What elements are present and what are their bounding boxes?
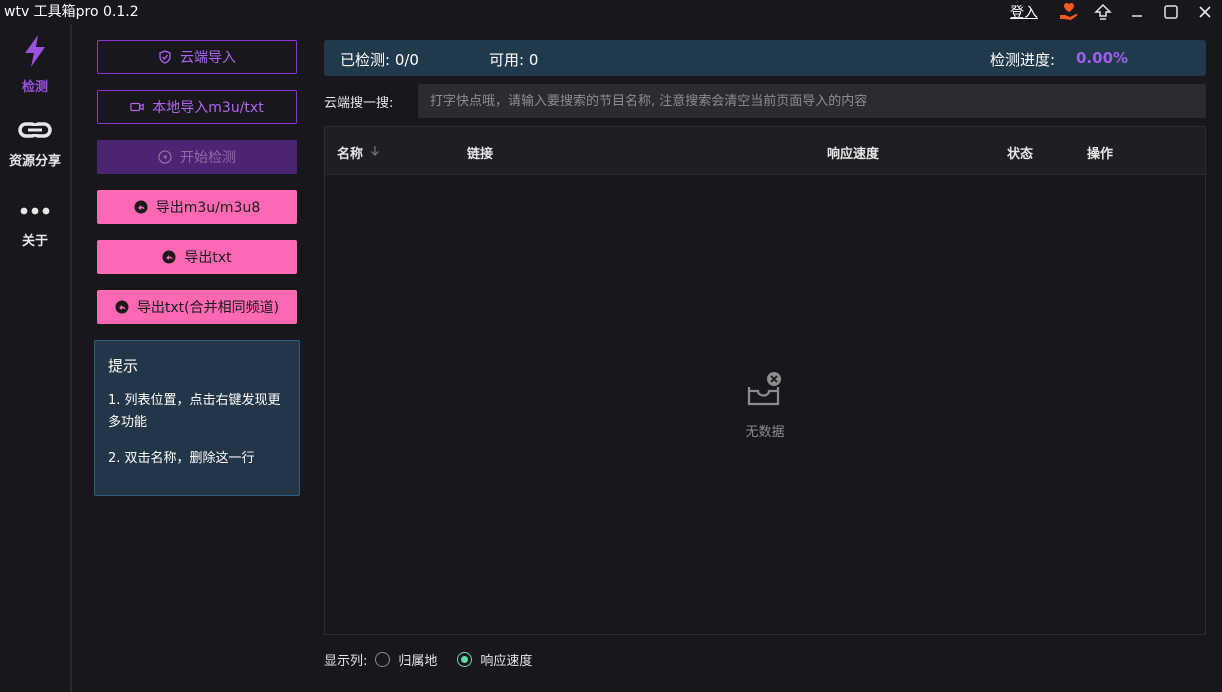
tips-line: 1. 列表位置，点击右键发现更多功能 bbox=[108, 393, 281, 430]
radio-location[interactable] bbox=[375, 651, 391, 667]
export-m3u-label: 导出m3u/m3u8 bbox=[155, 200, 261, 216]
column-header-speed[interactable]: 响应速度 bbox=[827, 143, 879, 162]
donate-hand-icon[interactable] bbox=[1052, 0, 1086, 24]
sidebar-item-about[interactable]: 关于 bbox=[0, 200, 70, 249]
export-txt-button[interactable]: 导出txt bbox=[97, 240, 297, 274]
tips-panel: 提示 1. 列表位置，点击右键发现更多功能 2. 双击名称，删除这一行 bbox=[94, 340, 300, 496]
empty-text: 无数据 bbox=[745, 425, 785, 440]
display-columns-label: 显示列: bbox=[324, 653, 368, 669]
channel-table[interactable]: 名称 链接 响应速度 状态 操作 无数据 bbox=[324, 126, 1206, 635]
bolt-icon bbox=[21, 34, 49, 72]
empty-state: 无数据 bbox=[725, 371, 805, 440]
radio-location-label[interactable]: 归属地 bbox=[398, 650, 437, 669]
column-header-action[interactable]: 操作 bbox=[1087, 143, 1113, 162]
local-import-button[interactable]: 本地导入m3u/txt bbox=[97, 90, 297, 124]
upgrade-arrow-icon[interactable] bbox=[1086, 0, 1120, 24]
sidebar-item-share[interactable]: 资源分享 bbox=[0, 118, 70, 169]
column-header-status[interactable]: 状态 bbox=[1007, 143, 1033, 162]
radio-response-speed-label[interactable]: 响应速度 bbox=[480, 650, 532, 669]
sidebar-item-label: 关于 bbox=[21, 234, 48, 249]
start-check-button[interactable]: 开始检测 bbox=[97, 140, 297, 174]
export-txt-label: 导出txt bbox=[184, 250, 232, 266]
play-circle-icon bbox=[158, 150, 172, 164]
tips-title: 提示 bbox=[108, 357, 139, 375]
export-txt-merge-label: 导出txt(合并相同频道) bbox=[136, 300, 280, 316]
empty-inbox-icon bbox=[746, 371, 784, 413]
title-bar: wtv 工具箱pro 0.1.2 登入 bbox=[0, 0, 1222, 24]
title-bar-controls: 登入 bbox=[1010, 0, 1222, 24]
column-header-name[interactable]: 名称 bbox=[337, 143, 381, 162]
column-header-label: 名称 bbox=[337, 147, 364, 162]
status-bar: 已检测: 0/0 可用: 0 检测进度: 0.00% bbox=[324, 40, 1206, 76]
search-label: 云端搜一搜: bbox=[324, 96, 394, 111]
local-import-label: 本地导入m3u/txt bbox=[152, 100, 264, 116]
export-icon bbox=[162, 250, 176, 264]
cloud-import-button[interactable]: 云端导入 bbox=[97, 40, 297, 74]
link-icon bbox=[18, 118, 52, 146]
video-camera-icon bbox=[130, 100, 144, 114]
sidebar-item-label: 资源分享 bbox=[8, 154, 61, 169]
checked-count: 已检测: 0/0 bbox=[340, 51, 419, 69]
sidebar-item-label: 检测 bbox=[21, 80, 48, 95]
more-dots-icon bbox=[18, 200, 52, 226]
minimize-icon[interactable] bbox=[1120, 0, 1154, 24]
tips-line: 2. 双击名称，删除这一行 bbox=[108, 451, 255, 466]
sidebar-item-check[interactable]: 检测 bbox=[0, 34, 70, 95]
maximize-icon[interactable] bbox=[1154, 0, 1188, 24]
app-title: wtv 工具箱pro 0.1.2 bbox=[4, 4, 139, 20]
login-link[interactable]: 登入 bbox=[1010, 2, 1038, 22]
radio-response-speed[interactable] bbox=[457, 651, 473, 667]
progress-label: 检测进度: bbox=[990, 51, 1056, 69]
display-columns-bar: 显示列: 归属地 响应速度 bbox=[324, 649, 544, 669]
export-icon bbox=[115, 300, 129, 314]
cloud-import-label: 云端导入 bbox=[180, 50, 236, 66]
start-check-label: 开始检测 bbox=[180, 150, 236, 166]
sort-arrow-down-icon[interactable] bbox=[369, 145, 381, 161]
cloud-search-input[interactable] bbox=[418, 84, 1206, 118]
column-header-link[interactable]: 链接 bbox=[467, 143, 493, 162]
export-icon bbox=[134, 200, 148, 214]
sidebar: 检测 资源分享 关于 bbox=[0, 24, 72, 692]
close-icon[interactable] bbox=[1188, 0, 1222, 24]
export-txt-merge-button[interactable]: 导出txt(合并相同频道) bbox=[97, 290, 297, 324]
table-header: 名称 链接 响应速度 状态 操作 bbox=[325, 127, 1205, 175]
shield-icon bbox=[158, 50, 172, 64]
export-m3u-button[interactable]: 导出m3u/m3u8 bbox=[97, 190, 297, 224]
available-count: 可用: 0 bbox=[489, 51, 539, 69]
progress-value: 0.00% bbox=[1076, 49, 1129, 67]
